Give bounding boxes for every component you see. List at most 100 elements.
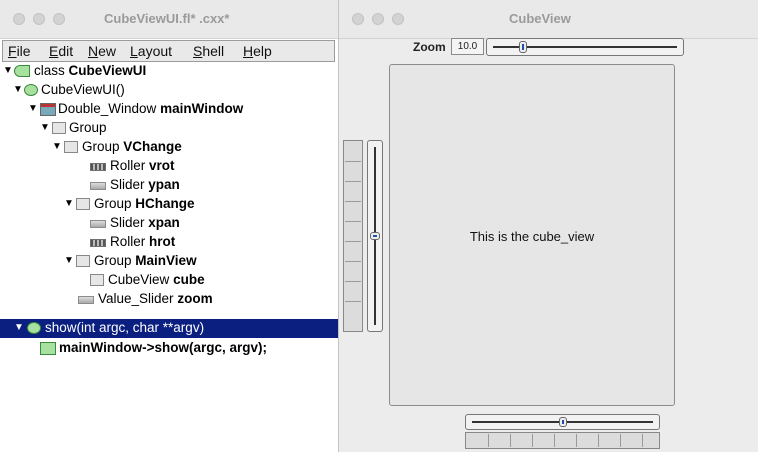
tree-item-xpan[interactable]: Slider xpan bbox=[0, 214, 338, 233]
tree-item-name: mainWindow bbox=[160, 101, 244, 116]
zoom-slider-knob[interactable] bbox=[519, 41, 527, 53]
close-button[interactable] bbox=[13, 13, 25, 25]
tree-item-type: Roller bbox=[110, 234, 146, 249]
group-icon bbox=[76, 255, 90, 267]
tree-item-name: HChange bbox=[135, 196, 195, 211]
roller-tick bbox=[532, 434, 533, 447]
vrot-roller[interactable] bbox=[343, 140, 363, 332]
tree-item-name: mainWindow->show(argc, argv); bbox=[59, 340, 268, 355]
tree-item-name: MainView bbox=[135, 253, 197, 268]
ypan-slider-knob[interactable] bbox=[370, 232, 380, 240]
tree-item-name: VChange bbox=[123, 139, 182, 154]
tree-item-name: zoom bbox=[177, 291, 213, 306]
right-titlebar: CubeView bbox=[339, 0, 758, 39]
roller-tick bbox=[345, 181, 361, 182]
code-icon bbox=[40, 342, 56, 355]
zoom-value-box[interactable]: 10.0 bbox=[451, 38, 484, 55]
tree-item-type: Double_Window bbox=[58, 101, 157, 116]
xpan-slider[interactable] bbox=[465, 414, 660, 430]
disclosure-triangle-icon[interactable]: ▼ bbox=[64, 255, 74, 266]
menu-help[interactable]: Help bbox=[243, 43, 272, 59]
tree-item-vrot[interactable]: Roller vrot bbox=[0, 157, 338, 176]
tree-item-mainwindow[interactable]: ▼ Double_Window mainWindow bbox=[0, 100, 338, 119]
tree-item-name: cube bbox=[173, 272, 205, 287]
disclosure-triangle-icon[interactable]: ▼ bbox=[64, 198, 74, 209]
tree-item-cube[interactable]: CubeView cube bbox=[0, 271, 338, 290]
menu-bar: File Edit New Layout Shell Help bbox=[2, 40, 335, 62]
tree-item-type: Slider bbox=[110, 215, 145, 230]
tree-item-label: CubeViewUI() bbox=[41, 82, 125, 97]
ypan-slider[interactable] bbox=[367, 140, 383, 332]
tree-item-name: xpan bbox=[148, 215, 180, 230]
roller-tick bbox=[510, 434, 511, 447]
zoom-button[interactable] bbox=[392, 13, 404, 25]
tree-item-class[interactable]: ▼ class CubeViewUI bbox=[0, 62, 338, 81]
hrot-roller[interactable] bbox=[465, 432, 660, 449]
menu-shell[interactable]: Shell bbox=[193, 43, 224, 59]
tree-item-name: vrot bbox=[149, 158, 175, 173]
tree-item-hchange[interactable]: ▼ Group HChange bbox=[0, 195, 338, 214]
slider-icon bbox=[90, 220, 106, 228]
disclosure-triangle-icon[interactable]: ▼ bbox=[40, 122, 50, 133]
slider-icon bbox=[90, 182, 106, 190]
zoom-button[interactable] bbox=[53, 13, 65, 25]
tree-item-group[interactable]: ▼ Group bbox=[0, 119, 338, 138]
close-button[interactable] bbox=[352, 13, 364, 25]
roller-tick bbox=[642, 434, 643, 447]
roller-tick bbox=[345, 201, 361, 202]
xpan-slider-knob[interactable] bbox=[559, 417, 567, 427]
roller-tick bbox=[488, 434, 489, 447]
roller-tick bbox=[598, 434, 599, 447]
roller-tick bbox=[345, 301, 361, 302]
roller-tick bbox=[345, 241, 361, 242]
tree-item-hrot[interactable]: Roller hrot bbox=[0, 233, 338, 252]
left-titlebar: CubeViewUI.fl* .cxx* bbox=[0, 0, 338, 39]
tree-item-zoom[interactable]: Value_Slider zoom bbox=[0, 290, 338, 309]
roller-icon bbox=[90, 163, 106, 171]
window-title: CubeViewUI.fl* .cxx* bbox=[104, 11, 230, 26]
cube-view[interactable]: This is the cube_view bbox=[389, 64, 675, 406]
tree-item-ypan[interactable]: Slider ypan bbox=[0, 176, 338, 195]
tree-item-type: Group bbox=[94, 253, 132, 268]
roller-tick bbox=[576, 434, 577, 447]
tree-item-vchange[interactable]: ▼ Group VChange bbox=[0, 138, 338, 157]
tree-item-label: Group bbox=[69, 120, 107, 135]
disclosure-triangle-icon[interactable]: ▼ bbox=[13, 84, 23, 95]
fluid-editor-window: CubeViewUI.fl* .cxx* File Edit New Layou… bbox=[0, 0, 338, 452]
group-icon bbox=[52, 122, 66, 134]
menu-layout[interactable]: Layout bbox=[130, 43, 172, 59]
tree-item-type: CubeView bbox=[108, 272, 170, 287]
menu-new[interactable]: New bbox=[88, 43, 116, 59]
tree-item-show-selected[interactable]: ▼ show(int argc, char **argv) bbox=[0, 319, 338, 338]
tree-item-name: CubeViewUI bbox=[68, 63, 147, 78]
menu-file[interactable]: File bbox=[8, 43, 31, 59]
roller-tick bbox=[345, 221, 361, 222]
zoom-slider[interactable] bbox=[486, 38, 684, 56]
cube-view-text: This is the cube_view bbox=[469, 229, 595, 244]
tree-item-name: ypan bbox=[148, 177, 180, 192]
zoom-label: Zoom bbox=[413, 40, 446, 54]
disclosure-triangle-icon[interactable]: ▼ bbox=[14, 322, 24, 333]
tree-item-mainview[interactable]: ▼ Group MainView bbox=[0, 252, 338, 271]
disclosure-triangle-icon[interactable]: ▼ bbox=[28, 103, 38, 114]
tree-item-constructor[interactable]: ▼ CubeViewUI() bbox=[0, 81, 338, 100]
roller-tick bbox=[345, 281, 361, 282]
group-icon bbox=[76, 198, 90, 210]
minimize-button[interactable] bbox=[372, 13, 384, 25]
roller-tick bbox=[345, 161, 361, 162]
tree-item-code[interactable]: mainWindow->show(argc, argv); bbox=[0, 339, 338, 358]
menu-edit[interactable]: Edit bbox=[49, 43, 73, 59]
tree-item-type: Group bbox=[94, 196, 132, 211]
tree-item-type: Slider bbox=[110, 177, 145, 192]
function-icon bbox=[27, 322, 41, 334]
widget-icon bbox=[90, 274, 104, 286]
disclosure-triangle-icon[interactable]: ▼ bbox=[52, 141, 62, 152]
tree-item-label: show(int argc, char **argv) bbox=[45, 320, 205, 335]
class-icon bbox=[14, 65, 30, 77]
function-icon bbox=[24, 84, 38, 96]
disclosure-triangle-icon[interactable]: ▼ bbox=[3, 65, 13, 76]
roller-tick bbox=[554, 434, 555, 447]
minimize-button[interactable] bbox=[33, 13, 45, 25]
roller-tick bbox=[620, 434, 621, 447]
window-title: CubeView bbox=[509, 11, 571, 26]
